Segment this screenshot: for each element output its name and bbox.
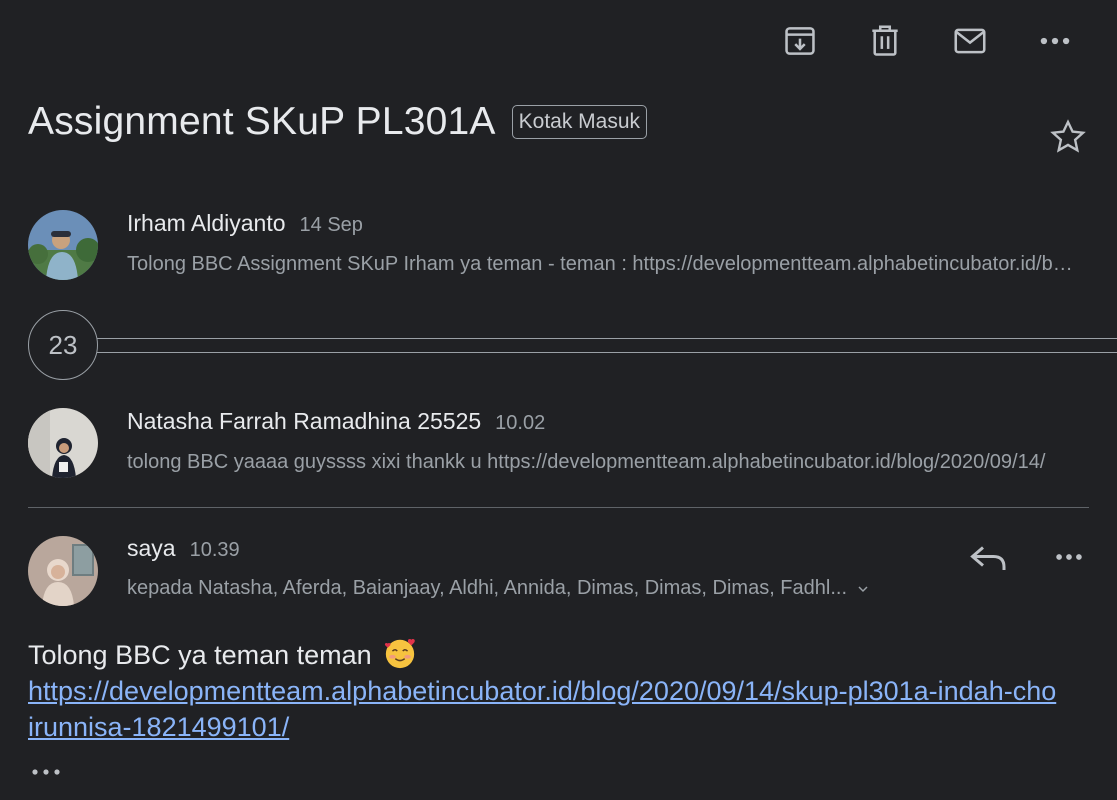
collapsed-line-top — [96, 338, 1117, 339]
recipients-toggle[interactable]: kepada Natasha, Aferda, Baianjaay, Aldhi… — [127, 577, 871, 600]
message-divider — [28, 507, 1089, 508]
sender-name: saya — [127, 535, 176, 561]
mark-unread-button[interactable] — [927, 18, 1012, 64]
avatar — [28, 210, 98, 280]
mail-icon — [953, 28, 986, 54]
message-snippet: Tolong BBC Assignment SKuP Irham ya tema… — [127, 253, 1077, 275]
message-snippet: tolong BBC yaaaa guyssss xixi thankk u h… — [127, 451, 1046, 473]
show-trimmed-content-icon[interactable] — [30, 760, 62, 784]
collapsed-count-button[interactable]: 23 — [28, 310, 98, 380]
body-link[interactable]: https://developmentteam.alphabetincubato… — [28, 676, 1056, 742]
avatar — [28, 536, 98, 606]
sender-name: Irham Aldiyanto — [127, 210, 286, 236]
body-text: Tolong BBC ya teman teman — [28, 640, 372, 670]
delete-button[interactable] — [842, 18, 927, 64]
message-item[interactable]: Natasha Farrah Ramadhina 25525 10.02 tol… — [0, 403, 1117, 493]
top-toolbar — [757, 18, 1097, 64]
message-time: 14 Sep — [299, 214, 363, 236]
archive-icon — [784, 27, 815, 55]
smiling-face-with-hearts-icon — [385, 639, 415, 669]
collapsed-messages: 23 — [28, 310, 1117, 380]
reply-icon[interactable] — [967, 540, 1011, 576]
subject-row: Assignment SKuP PL301A Kotak Masuk — [28, 100, 648, 144]
message-body: Tolong BBC ya teman teman https://develo… — [28, 636, 1057, 745]
collapsed-line-bottom — [96, 352, 1117, 353]
more-horizontal-icon — [1056, 554, 1082, 560]
sender-name: Natasha Farrah Ramadhina 25525 — [127, 408, 482, 434]
thread-subject: Assignment SKuP PL301A — [28, 100, 496, 143]
avatar — [28, 408, 98, 478]
more-options-button[interactable] — [1012, 18, 1097, 64]
body-line: Tolong BBC ya teman teman — [28, 636, 1057, 673]
message-more-button[interactable] — [1041, 537, 1097, 577]
archive-button[interactable] — [757, 18, 842, 64]
more-horizontal-icon — [1040, 37, 1069, 45]
message-item[interactable]: Irham Aldiyanto 14 Sep Tolong BBC Assign… — [0, 205, 1117, 295]
star-icon[interactable] — [1049, 118, 1087, 156]
inbox-label-chip[interactable]: Kotak Masuk — [511, 105, 648, 139]
trash-icon — [871, 25, 898, 56]
message-time: 10.02 — [495, 412, 546, 434]
expanded-message-header[interactable]: saya 10.39 — [0, 530, 1117, 620]
recipients-text: kepada Natasha, Aferda, Baianjaay, Aldhi… — [127, 577, 847, 599]
chevron-down-icon — [858, 585, 868, 592]
message-time: 10.39 — [189, 539, 240, 561]
